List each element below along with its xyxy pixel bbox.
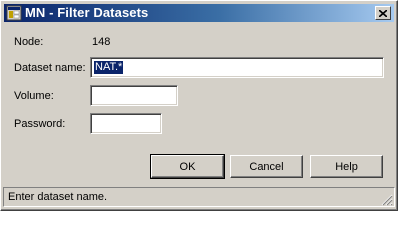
- status-text: Enter dataset name.: [8, 191, 108, 203]
- close-button[interactable]: [375, 6, 391, 20]
- ok-button[interactable]: OK: [150, 154, 225, 179]
- dataset-name-label: Dataset name:: [14, 62, 86, 74]
- status-bar: Enter dataset name.: [3, 187, 395, 207]
- password-field[interactable]: [90, 113, 162, 134]
- resize-grip-icon[interactable]: [381, 193, 393, 206]
- volume-field[interactable]: [90, 85, 178, 106]
- app-icon: [6, 5, 22, 21]
- node-label: Node:: [14, 36, 44, 48]
- dataset-name-field[interactable]: NAT.*: [90, 57, 384, 78]
- cancel-button[interactable]: Cancel: [230, 155, 303, 178]
- help-button[interactable]: Help: [310, 155, 383, 178]
- node-value: 148: [92, 36, 111, 48]
- dataset-name-value: NAT.*: [94, 61, 124, 74]
- title-bar[interactable]: MN - Filter Datasets: [4, 4, 394, 22]
- volume-input[interactable]: [93, 88, 175, 103]
- password-input[interactable]: [93, 116, 159, 131]
- close-icon: [379, 9, 387, 17]
- filter-datasets-dialog: MN - Filter Datasets Node: 148 Dataset n…: [0, 0, 398, 211]
- volume-label: Volume:: [14, 90, 54, 102]
- password-label: Password:: [14, 118, 66, 130]
- window-title: MN - Filter Datasets: [25, 5, 149, 20]
